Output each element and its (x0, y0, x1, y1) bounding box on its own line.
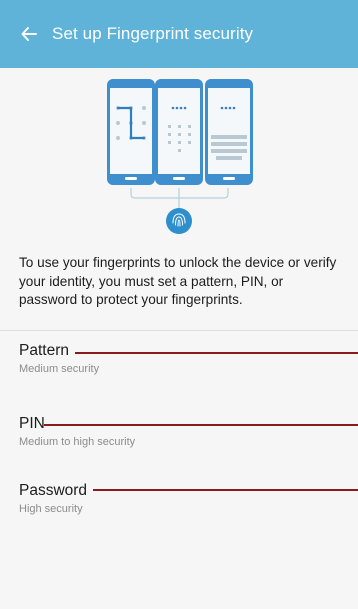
page-title: Set up Fingerprint security (52, 24, 254, 43)
option-pattern-title: Pattern (19, 342, 69, 359)
pin-callout-line (44, 424, 358, 426)
back-button[interactable] (14, 19, 44, 49)
option-password-title: Password (19, 482, 88, 499)
divider (0, 330, 358, 331)
option-pattern[interactable]: Pattern Medium security (0, 342, 358, 398)
password-phone-icon (205, 79, 253, 185)
pattern-callout-line (75, 352, 358, 354)
fingerprint-setup-illustration (0, 68, 358, 248)
fingerprint-icon (166, 208, 192, 234)
password-callout-line (93, 489, 358, 491)
app-bar: Set up Fingerprint security (0, 0, 358, 68)
arrow-left-icon (21, 27, 37, 41)
option-password-subtitle: High security (19, 503, 83, 515)
option-pattern-subtitle: Medium security (19, 363, 100, 375)
option-pin-title: PIN (19, 415, 45, 432)
intro-text: To use your fingerprints to unlock the d… (19, 255, 337, 307)
option-pin-subtitle: Medium to high security (19, 436, 136, 448)
pattern-phone-icon (107, 79, 155, 185)
pin-phone-icon (155, 79, 203, 185)
